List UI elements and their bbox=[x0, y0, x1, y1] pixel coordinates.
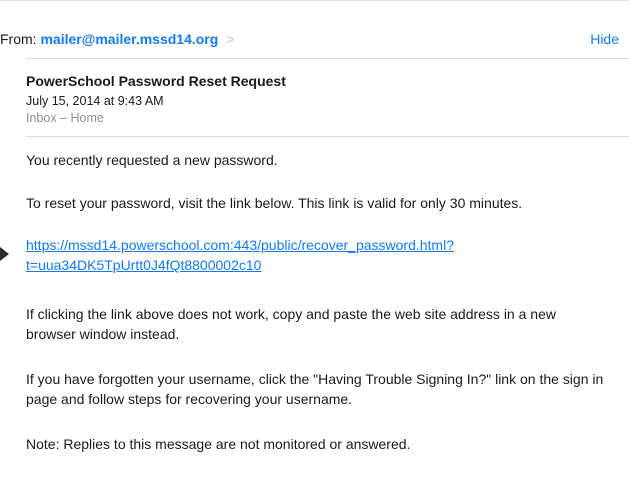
header-divider bbox=[26, 58, 629, 59]
body-paragraph-2: To reset your password, visit the link b… bbox=[26, 195, 523, 211]
chevron-right-icon[interactable]: > bbox=[226, 31, 234, 47]
hide-details-button[interactable]: Hide bbox=[590, 29, 619, 49]
from-row: From: mailer@mailer.mssd14.org > Hide bbox=[0, 29, 619, 49]
from-label: From: bbox=[0, 31, 37, 47]
email-date: July 15, 2014 at 9:43 AM bbox=[26, 94, 164, 108]
body-paragraph-6: Note: Replies to this message are not mo… bbox=[26, 436, 411, 452]
sender-address[interactable]: mailer@mailer.mssd14.org bbox=[40, 31, 218, 47]
body-paragraph-5: If you have forgotten your username, cli… bbox=[26, 371, 604, 407]
body-paragraph-1: You recently requested a new password. bbox=[26, 152, 278, 168]
body-divider bbox=[26, 136, 629, 137]
email-subject: PowerSchool Password Reset Request bbox=[26, 73, 286, 89]
email-view: From: mailer@mailer.mssd14.org > Hide Po… bbox=[0, 0, 629, 484]
arrow-pointer-icon bbox=[0, 247, 9, 261]
body-paragraph-4: If clicking the link above does not work… bbox=[26, 306, 556, 342]
reset-password-link[interactable]: https://mssd14.powerschool.com:443/publi… bbox=[26, 235, 606, 275]
reset-link-line-1[interactable]: https://mssd14.powerschool.com:443/publi… bbox=[26, 235, 606, 255]
reset-link-line-2[interactable]: t=uua34DK5TpUrtt0J4fQt8800002c10 bbox=[26, 255, 606, 275]
mailbox-label: Inbox – Home bbox=[26, 111, 104, 125]
